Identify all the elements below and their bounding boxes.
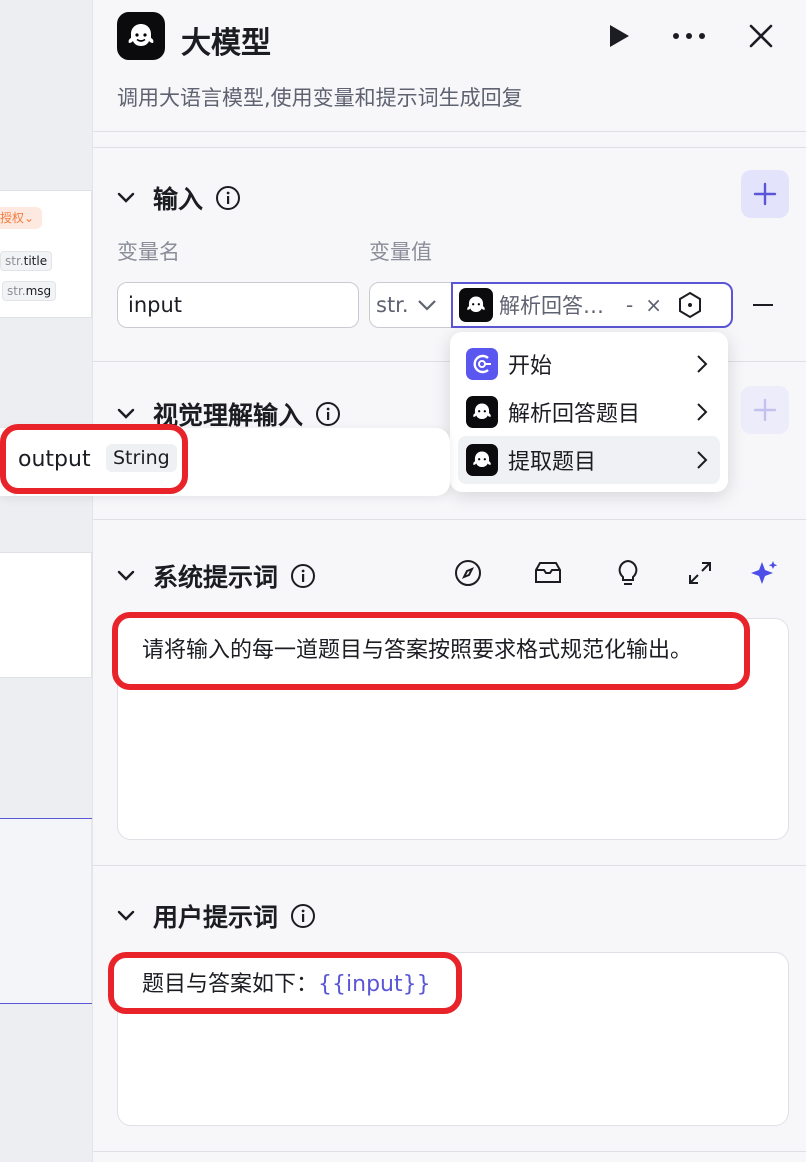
user-prompt-text[interactable]: 题目与答案如下：{{input}} xyxy=(142,966,431,998)
sparkle-icon[interactable] xyxy=(747,556,781,590)
plus-icon xyxy=(753,398,777,422)
auth-tag[interactable]: 授权⌄ xyxy=(0,207,42,229)
add-input-button[interactable] xyxy=(741,170,789,218)
dropdown-item-extract-question[interactable]: 提取题目 xyxy=(458,436,720,484)
panel-title: 大模型 xyxy=(181,26,271,61)
section-title-text: 输入 xyxy=(153,185,204,214)
variable-type-select[interactable]: str. xyxy=(369,282,453,328)
node-reference-dropdown: 开始 解析回答题目 提取题目 xyxy=(450,332,728,492)
chevron-right-icon xyxy=(697,355,708,373)
reference-label: 解析回答… xyxy=(499,294,604,318)
remove-variable-button[interactable] xyxy=(753,304,773,306)
expand-icon[interactable] xyxy=(683,556,717,590)
pill-type: str. xyxy=(5,254,24,268)
dropdown-item-label: 开始 xyxy=(508,354,553,379)
llm-logo-icon xyxy=(117,12,165,60)
prompt-toolbar xyxy=(93,556,806,590)
llm-node-icon xyxy=(466,396,498,428)
chevron-down-icon[interactable] xyxy=(117,192,135,204)
output-pill-msg: str.msg xyxy=(2,281,57,301)
llm-node-icon xyxy=(466,444,498,476)
header-divider xyxy=(93,132,806,148)
bulb-icon[interactable] xyxy=(611,556,645,590)
dropdown-item-label: 提取题目 xyxy=(508,450,597,475)
section-title-text: 用户提示词 xyxy=(153,903,279,932)
reference-dash: - xyxy=(626,293,634,317)
panel-description: 调用大语言模型,使用变量和提示词生成回复 xyxy=(117,86,523,110)
auth-tag-label: 授权 xyxy=(0,211,25,225)
chevron-down-icon xyxy=(417,300,436,311)
prompt-variable[interactable]: {{input}} xyxy=(318,972,431,997)
chevron-down-icon: ⌄ xyxy=(24,211,35,225)
chevron-down-icon[interactable] xyxy=(117,910,135,922)
start-node-icon xyxy=(466,348,498,380)
dropdown-item-start[interactable]: 开始 xyxy=(458,340,720,388)
compass-icon[interactable] xyxy=(451,556,485,590)
pill-name: msg xyxy=(25,284,52,298)
output-type-tag: String xyxy=(106,444,177,472)
variable-value-label: 变量值 xyxy=(369,240,432,264)
plus-icon xyxy=(753,182,777,206)
canvas-connector xyxy=(0,1003,92,1004)
canvas-node-card[interactable] xyxy=(0,552,92,678)
close-icon[interactable] xyxy=(741,16,781,56)
info-icon[interactable] xyxy=(215,185,241,211)
output-variable-name[interactable]: output xyxy=(18,447,91,472)
output-pill-title: str.title xyxy=(0,251,53,271)
user-prompt-title[interactable]: 用户提示词 xyxy=(117,898,316,934)
add-vision-input-button[interactable] xyxy=(741,386,789,434)
canvas-node-card[interactable] xyxy=(0,818,92,1004)
llm-node-icon xyxy=(459,288,493,322)
info-icon[interactable] xyxy=(315,401,341,427)
variable-name-value: input xyxy=(128,293,183,317)
info-icon[interactable] xyxy=(290,903,316,929)
system-prompt-text[interactable]: 请将输入的每一道题目与答案按照要求格式规范化输出。 xyxy=(142,632,692,664)
dropdown-item-parse-answer[interactable]: 解析回答题目 xyxy=(458,388,720,436)
panel-header: 大模型 调用大语言模型,使用变量和提示词生成回复 xyxy=(93,0,806,132)
chevron-right-icon xyxy=(697,451,708,469)
variable-value-reference[interactable]: 解析回答… - × xyxy=(451,282,733,328)
canvas-node-card[interactable]: 授权⌄ str.title str.msg xyxy=(0,190,92,318)
library-icon[interactable] xyxy=(531,556,565,590)
input-section: 输入 变量名 变量值 input str. 解析回答… - × xyxy=(93,148,806,362)
canvas-connector xyxy=(0,818,92,819)
variable-picker-icon[interactable] xyxy=(676,291,704,319)
pill-type: str. xyxy=(7,284,26,298)
dropdown-item-label: 解析回答题目 xyxy=(508,402,641,427)
variable-name-label: 变量名 xyxy=(117,240,180,264)
pill-name: title xyxy=(23,254,48,268)
system-prompt-section: 系统提示词 xyxy=(93,520,806,866)
user-prompt-prefix: 题目与答案如下： xyxy=(142,972,319,997)
variable-type-value: str. xyxy=(376,293,409,317)
chevron-down-icon[interactable] xyxy=(117,408,135,420)
workflow-canvas[interactable]: 授权⌄ str.title str.msg xyxy=(0,0,92,1162)
more-icon[interactable] xyxy=(669,16,709,56)
chevron-right-icon xyxy=(697,403,708,421)
run-icon[interactable] xyxy=(599,16,639,56)
input-section-title[interactable]: 输入 xyxy=(117,180,241,216)
clear-reference-icon[interactable]: × xyxy=(645,293,662,317)
variable-name-input[interactable]: input xyxy=(117,282,359,328)
output-variable-popover: output String xyxy=(0,424,450,496)
